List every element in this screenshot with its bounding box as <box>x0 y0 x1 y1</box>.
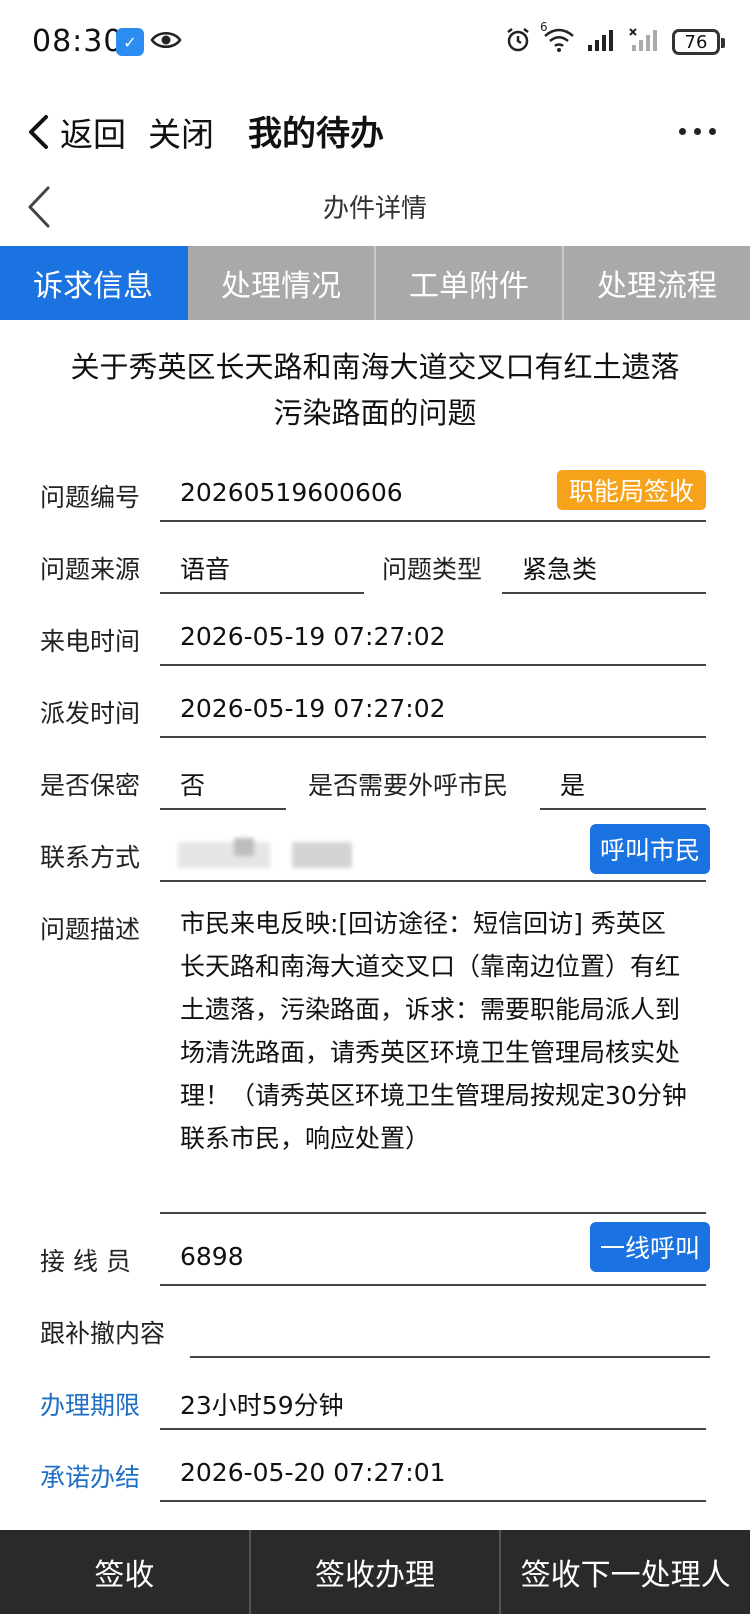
callout-value: 是 <box>560 771 586 800</box>
battery-icon: 76 <box>672 29 725 55</box>
type-label: 问题类型 <box>382 555 483 584</box>
dispatch-time-value: 2026-05-19 07:27:02 <box>180 694 446 723</box>
network-label: 6 <box>540 20 548 34</box>
call-time-row: 来电时间 2026-05-19 07:27:02 <box>0 604 750 666</box>
deadline-value: 23小时59分钟 <box>180 1391 344 1420</box>
secret-value: 否 <box>180 771 206 800</box>
call-time-value: 2026-05-19 07:27:02 <box>180 622 446 651</box>
issue-number-value: 20260519600606 <box>180 478 403 507</box>
contact-redacted-part2 <box>292 842 352 868</box>
promise-label: 承诺办结 <box>40 1463 141 1492</box>
followup-label: 跟补撤内容 <box>40 1319 166 1348</box>
bottom-action-bar: 签收 签收办理 签收下一处理人 <box>0 1530 750 1614</box>
more-options-icon[interactable] <box>679 128 716 135</box>
deadline-label: 办理期限 <box>40 1391 141 1420</box>
issue-title-line1: 关于秀英区长天路和南海大道交叉口有红土遗落 <box>70 350 680 384</box>
description-field <box>160 1162 706 1214</box>
operator-row: 接 线 员 6898 一线呼叫 <box>0 1222 750 1286</box>
callout-label: 是否需要外呼市民 <box>308 771 509 800</box>
issue-number-label: 问题编号 <box>40 483 141 512</box>
issue-number-row: 问题编号 20260519600606 职能局签收 <box>0 460 750 522</box>
signal-nosim-icon <box>628 27 662 57</box>
tab-handling-status[interactable]: 处理情况 <box>188 246 376 320</box>
app-header: 返回 关闭 我的待办 <box>0 90 750 180</box>
status-time: 08:30 <box>32 24 124 59</box>
back-label: 返回 <box>60 115 126 154</box>
tab-process-flow[interactable]: 处理流程 <box>564 246 750 320</box>
call-citizen-button[interactable]: 呼叫市民 <box>589 824 710 874</box>
secret-label: 是否保密 <box>40 771 141 800</box>
tab-bar: 诉求信息 处理情况 工单附件 处理流程 <box>0 246 750 320</box>
type-value: 紧急类 <box>522 555 598 584</box>
sign-next-handler-button[interactable]: 签收下一处理人 <box>501 1530 750 1614</box>
sign-button[interactable]: 签收 <box>0 1530 251 1614</box>
contact-redacted-part1 <box>178 842 270 868</box>
dispatch-time-label: 派发时间 <box>40 699 141 728</box>
detail-title: 办件详情 <box>322 194 427 224</box>
frontline-call-button[interactable]: 一线呼叫 <box>589 1222 710 1272</box>
detail-header: 办件详情 <box>0 170 750 246</box>
description-row: 问题描述 市民来电反映:[回访途径：短信回访] 秀英区长天路和南海大道交叉口（靠… <box>0 892 750 1216</box>
promise-value: 2026-05-20 07:27:01 <box>180 1458 446 1487</box>
secret-callout-row: 是否保密 否 是否需要外呼市民 是 <box>0 748 750 810</box>
followup-row: 跟补撤内容 <box>0 1296 750 1358</box>
issue-title-line2: 污染路面的问题 <box>273 396 477 430</box>
signal-icon <box>586 27 618 57</box>
tab-attachments[interactable]: 工单附件 <box>376 246 564 320</box>
operator-label: 接 线 员 <box>40 1247 131 1276</box>
source-label: 问题来源 <box>40 555 141 584</box>
issue-title: 关于秀英区长天路和南海大道交叉口有红土遗落 污染路面的问题 <box>30 344 720 436</box>
page-title: 我的待办 <box>248 114 384 154</box>
followup-field <box>190 1306 710 1358</box>
secret-field <box>160 758 286 810</box>
contact-redacted-mark1 <box>234 838 254 856</box>
eye-icon <box>150 28 182 56</box>
alarm-icon <box>504 26 532 58</box>
status-right-group: 6 76 <box>504 20 725 58</box>
wifi-icon: 6 <box>540 20 576 58</box>
dispatch-time-row: 派发时间 2026-05-19 07:27:02 <box>0 676 750 738</box>
contact-row: 联系方式 呼叫市民 <box>0 820 750 882</box>
promise-row: 承诺办结 2026-05-20 07:27:01 <box>0 1440 750 1502</box>
deadline-row: 办理期限 23小时59分钟 <box>0 1368 750 1430</box>
tab-request-info[interactable]: 诉求信息 <box>0 246 188 320</box>
description-value: 市民来电反映:[回访途径：短信回访] 秀英区长天路和南海大道交叉口（靠南边位置）… <box>180 909 687 1153</box>
back-button[interactable]: 返回 <box>26 108 126 156</box>
app-notification-icon: ✓ <box>116 28 144 56</box>
source-type-row: 问题来源 语音 问题类型 紧急类 <box>0 532 750 594</box>
source-value: 语音 <box>180 555 231 584</box>
call-time-label: 来电时间 <box>40 627 141 656</box>
close-button[interactable]: 关闭 <box>148 108 214 156</box>
description-label: 问题描述 <box>40 915 141 944</box>
operator-value: 6898 <box>180 1242 244 1271</box>
contact-label: 联系方式 <box>40 843 141 872</box>
status-bar: 08:30 ✓ 6 76 <box>0 0 750 90</box>
chevron-left-icon <box>29 115 48 149</box>
sign-and-handle-button[interactable]: 签收办理 <box>251 1530 502 1614</box>
agency-sign-button[interactable]: 职能局签收 <box>556 470 706 510</box>
